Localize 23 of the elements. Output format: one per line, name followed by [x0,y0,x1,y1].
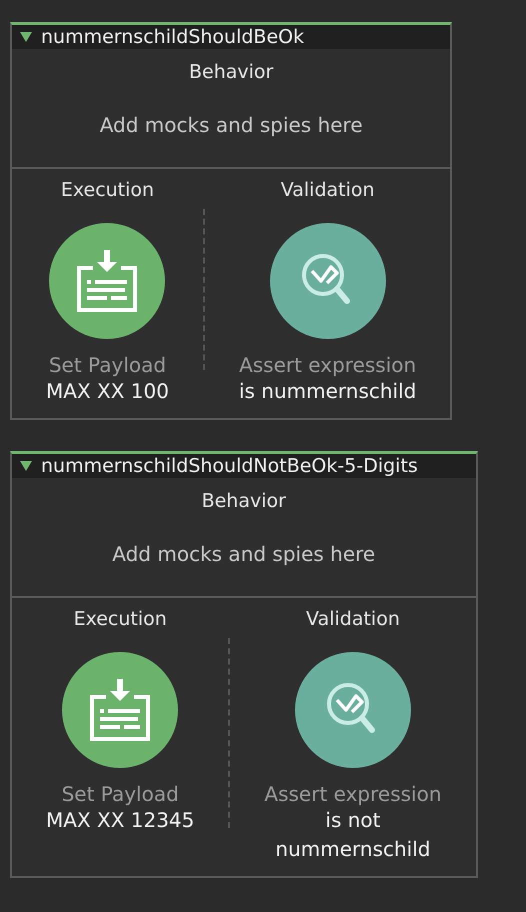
test-name: nummernschildShouldNotBeOk-5-Digits [41,455,418,477]
empty-hint: Add mocks and spies here [112,542,376,566]
payload-icon [77,250,138,312]
step-label: Set Payload [48,353,166,377]
column-title: Validation [306,608,400,630]
step-detail: nummernschild [275,836,430,863]
payload-icon [90,679,150,741]
test-name: nummernschildShouldBeOk [41,26,304,48]
step-detail: MAX XX 12345 [46,807,194,834]
step-detail: MAX XX 100 [46,378,169,405]
step-label: Set Payload [62,782,179,806]
section-title: Behavior [188,61,274,83]
step-label: Assert expression [264,782,442,806]
column-title: Execution [74,608,167,630]
step-detail: is nummernschild [238,378,416,405]
column-title: Execution [60,179,154,201]
column-title: Validation [280,179,375,201]
step-detail: is not [325,807,380,834]
empty-hint: Add mocks and spies here [100,113,363,137]
step-label: Assert expression [239,353,416,377]
expand-toggle-icon[interactable] [20,461,32,471]
expand-toggle-icon[interactable] [20,32,32,42]
section-title: Behavior [202,490,286,512]
